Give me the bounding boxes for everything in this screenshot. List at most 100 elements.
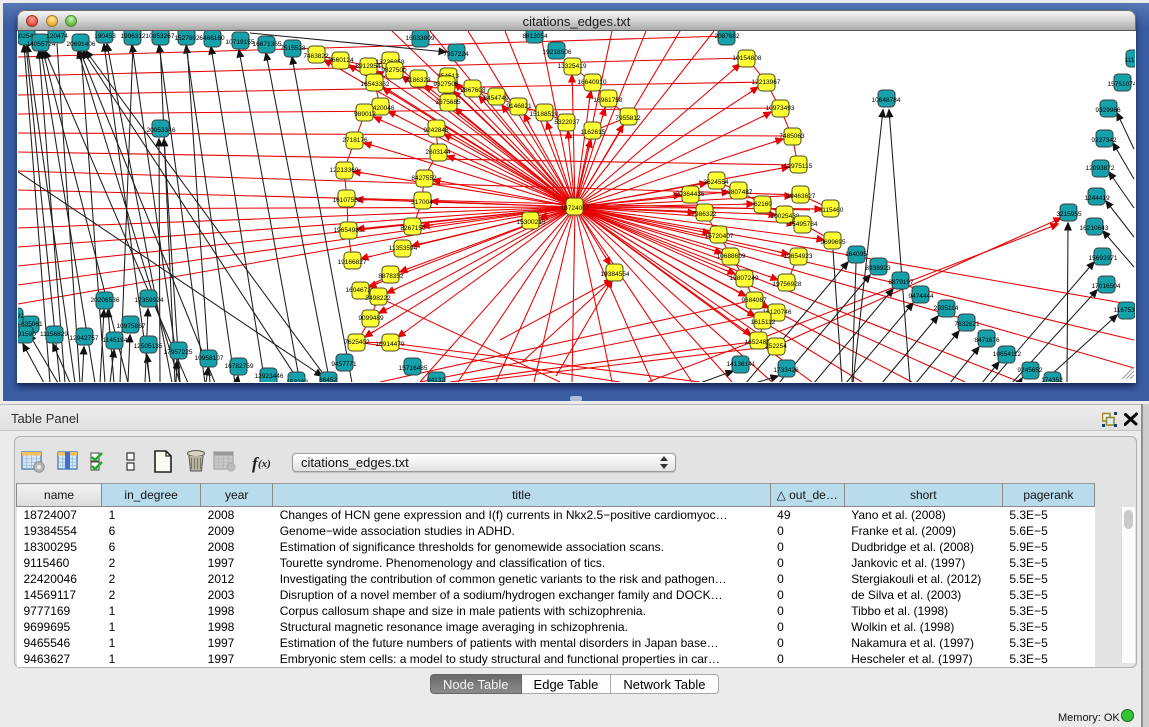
svg-text:9684067: 9684067 — [741, 297, 767, 304]
svg-text:6879197: 6879197 — [888, 279, 914, 286]
svg-text:94132: 94132 — [427, 377, 445, 382]
svg-text:10154808: 10154808 — [733, 55, 762, 62]
svg-text:11353594: 11353594 — [389, 245, 418, 252]
svg-text:9227342: 9227342 — [1091, 137, 1117, 144]
svg-text:9457771: 9457771 — [331, 361, 357, 368]
svg-text:9327508: 9327508 — [433, 81, 459, 88]
svg-text:16107552: 16107552 — [333, 197, 362, 204]
svg-text:7632621: 7632621 — [954, 321, 980, 328]
svg-text:16033809: 16033809 — [406, 35, 435, 42]
svg-text:7463822: 7463822 — [303, 53, 329, 60]
svg-text:9474444: 9474444 — [908, 293, 934, 300]
svg-text:9245652: 9245652 — [1017, 367, 1043, 374]
svg-text:10688609: 10688609 — [717, 253, 746, 260]
svg-text:15751074: 15751074 — [1108, 81, 1135, 88]
svg-text:1615112: 1615112 — [751, 319, 776, 326]
svg-text:16210643: 16210643 — [1080, 225, 1109, 232]
svg-text:7485063: 7485063 — [779, 133, 805, 140]
svg-text:15716485: 15716485 — [399, 365, 428, 372]
svg-text:391590: 391590 — [18, 331, 36, 338]
svg-text:989012: 989012 — [354, 111, 376, 118]
svg-text:18724007: 18724007 — [561, 205, 590, 212]
svg-text:11156829: 11156829 — [40, 331, 68, 338]
svg-text:16782759: 16782759 — [225, 363, 254, 370]
svg-text:12093872: 12093872 — [1086, 165, 1115, 172]
svg-text:9827500: 9827500 — [381, 67, 407, 74]
svg-text:7986322: 7986322 — [691, 211, 717, 218]
svg-text:16671365: 16671365 — [253, 41, 282, 48]
svg-text:190453: 190453 — [94, 33, 116, 40]
svg-text:19463627: 19463627 — [787, 193, 816, 200]
svg-text:19384554: 19384554 — [601, 271, 630, 278]
svg-text:12975115: 12975115 — [784, 163, 813, 170]
svg-text:12505135: 12505135 — [134, 343, 163, 350]
svg-text:6466160: 6466160 — [199, 35, 225, 42]
svg-text:19218506: 19218506 — [543, 49, 572, 56]
svg-text:13325419: 13325419 — [558, 63, 587, 70]
svg-text:3624554: 3624554 — [703, 179, 729, 186]
svg-text:7515528: 7515528 — [280, 45, 306, 52]
svg-text:3215955: 3215955 — [1056, 211, 1082, 218]
svg-text:8454749: 8454749 — [483, 95, 509, 102]
svg-text:10648784: 10648784 — [872, 97, 901, 104]
svg-text:19654985: 19654985 — [334, 227, 363, 234]
svg-text:17016504: 17016504 — [1092, 283, 1121, 290]
svg-text:16543382: 16543382 — [361, 81, 390, 88]
svg-text:2935114: 2935114 — [934, 305, 959, 312]
svg-text:7955812: 7955812 — [615, 115, 641, 122]
svg-text:10719155: 10719155 — [226, 39, 255, 46]
svg-text:15692971: 15692971 — [1089, 255, 1118, 262]
svg-text:2603144: 2603144 — [425, 149, 451, 156]
svg-text:15495784: 15495784 — [789, 221, 818, 228]
svg-text:164095: 164095 — [845, 251, 867, 258]
svg-text:12213967: 12213967 — [752, 79, 781, 86]
svg-text:5322037: 5322037 — [554, 119, 580, 126]
svg-text:1145194: 1145194 — [103, 337, 128, 344]
svg-text:8878352: 8878352 — [378, 273, 404, 280]
svg-text:1996312: 1996312 — [120, 33, 146, 40]
svg-text:3675685: 3675685 — [435, 99, 461, 106]
svg-text:12923446: 12923446 — [255, 373, 284, 380]
svg-text:1167533: 1167533 — [1114, 307, 1135, 314]
svg-text:19166827: 19166827 — [338, 259, 367, 266]
svg-text:15188520: 15188520 — [530, 111, 559, 118]
svg-text:9115460: 9115460 — [819, 207, 844, 214]
svg-text:3498222: 3498222 — [365, 295, 391, 302]
svg-text:62160: 62160 — [754, 201, 772, 208]
svg-text:16640910: 16640910 — [578, 79, 607, 86]
svg-text:20053346: 20053346 — [147, 127, 176, 134]
svg-text:84192: 84192 — [18, 313, 24, 320]
svg-text:10853267: 10853267 — [146, 33, 175, 40]
svg-text:8267150: 8267150 — [400, 225, 426, 232]
svg-text:1733426: 1733426 — [773, 367, 799, 374]
svg-text:19654923: 19654923 — [784, 253, 813, 260]
svg-text:111728: 111728 — [1125, 57, 1135, 64]
svg-text:12213369: 12213369 — [330, 167, 359, 174]
svg-text:86452: 86452 — [319, 377, 337, 382]
svg-text:9329966: 9329966 — [1095, 107, 1121, 114]
svg-text:252254: 252254 — [765, 343, 787, 350]
svg-text:1527602: 1527602 — [174, 35, 200, 42]
svg-text:1162615: 1162615 — [581, 129, 606, 136]
svg-text:9099489: 9099489 — [358, 315, 384, 322]
svg-text:20206536: 20206536 — [91, 297, 120, 304]
svg-text:174352: 174352 — [1041, 377, 1063, 382]
svg-text:8813054: 8813054 — [522, 33, 548, 40]
svg-text:153289: 153289 — [286, 379, 308, 382]
svg-text:1244419: 1244419 — [1084, 195, 1110, 202]
svg-text:15720407: 15720407 — [705, 233, 734, 240]
svg-text:20364436: 20364436 — [676, 191, 705, 198]
svg-text:10973493: 10973493 — [766, 105, 795, 112]
svg-text:16914479: 16914479 — [376, 341, 405, 348]
svg-text:7625402: 7625402 — [344, 339, 370, 346]
svg-text:10654112: 10654112 — [993, 351, 1022, 358]
svg-text:10958107: 10958107 — [195, 355, 224, 362]
svg-text:15300215: 15300215 — [517, 219, 546, 226]
svg-text:19756928: 19756928 — [773, 281, 802, 288]
svg-text:9242848: 9242848 — [423, 127, 449, 134]
svg-text:16961758: 16961758 — [594, 97, 623, 104]
svg-text:9699695: 9699695 — [820, 239, 846, 246]
svg-text:9146821: 9146821 — [506, 103, 532, 110]
svg-text:8186323: 8186323 — [405, 77, 431, 84]
svg-text:2718176: 2718176 — [342, 137, 368, 144]
